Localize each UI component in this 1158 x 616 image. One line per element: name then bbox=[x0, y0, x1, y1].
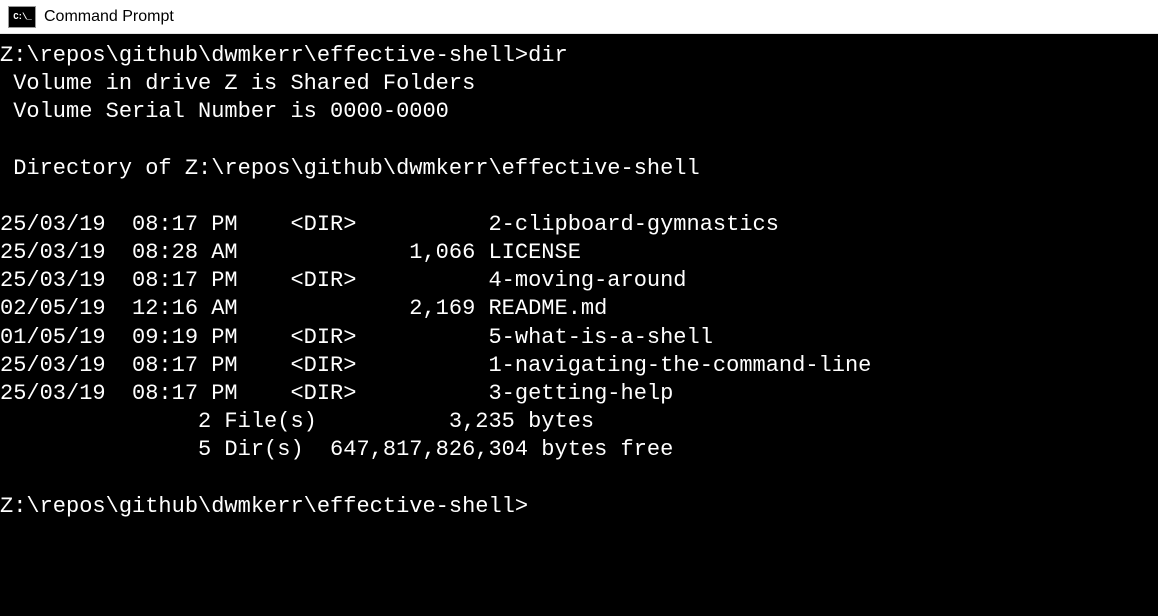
dir-entry: 25/03/19 08:17 PM <DIR> 1-navigating-the… bbox=[0, 353, 871, 378]
window-title: Command Prompt bbox=[44, 8, 174, 26]
prompt-line-2: Z:\repos\github\dwmkerr\effective-shell> bbox=[0, 494, 528, 519]
prompt-path: Z:\repos\github\dwmkerr\effective-shell> bbox=[0, 43, 528, 68]
volume-line: Volume in drive Z is Shared Folders bbox=[0, 71, 475, 96]
terminal-output[interactable]: Z:\repos\github\dwmkerr\effective-shell>… bbox=[0, 34, 1158, 616]
dir-entry: 25/03/19 08:28 AM 1,066 LICENSE bbox=[0, 240, 581, 265]
summary-files: 2 File(s) 3,235 bytes bbox=[0, 409, 594, 434]
command-text: dir bbox=[528, 43, 568, 68]
cmd-icon: C:\_ bbox=[8, 6, 36, 28]
dir-entry: 25/03/19 08:17 PM <DIR> 2-clipboard-gymn… bbox=[0, 212, 779, 237]
title-bar[interactable]: C:\_ Command Prompt bbox=[0, 0, 1158, 34]
dir-entry: 01/05/19 09:19 PM <DIR> 5-what-is-a-shel… bbox=[0, 325, 713, 350]
serial-line: Volume Serial Number is 0000-0000 bbox=[0, 99, 449, 124]
prompt-line: Z:\repos\github\dwmkerr\effective-shell>… bbox=[0, 43, 568, 68]
dir-entry: 02/05/19 12:16 AM 2,169 README.md bbox=[0, 296, 607, 321]
summary-dirs: 5 Dir(s) 647,817,826,304 bytes free bbox=[0, 437, 673, 462]
directory-line: Directory of Z:\repos\github\dwmkerr\eff… bbox=[0, 156, 700, 181]
dir-entry: 25/03/19 08:17 PM <DIR> 3-getting-help bbox=[0, 381, 673, 406]
cmd-icon-text: C:\_ bbox=[13, 12, 31, 22]
dir-entry: 25/03/19 08:17 PM <DIR> 4-moving-around bbox=[0, 268, 687, 293]
